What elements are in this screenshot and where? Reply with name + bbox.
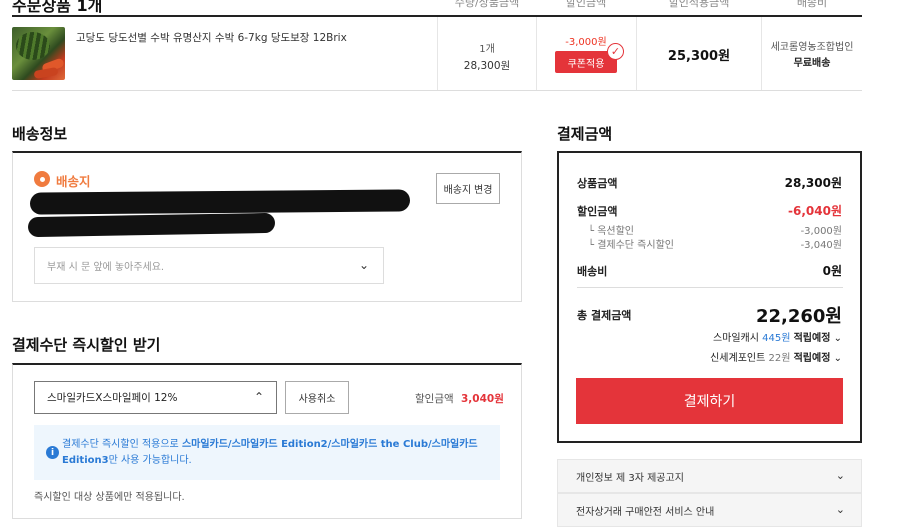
divider [12,90,862,91]
product-thumbnail[interactable] [12,27,65,80]
card-select[interactable]: 스마일카드X스마일페이 12% ⌃ [34,381,277,414]
change-address-button[interactable]: 배송지 변경 [436,173,500,204]
sub-discount-label: └ 결제수단 즉시할인 [588,240,674,251]
order-items-title: 주문상품 1개 [12,0,103,15]
product-name[interactable]: 고당도 당도선별 수박 유명산지 수박 6-7kg 당도보장 12Brix [76,30,347,45]
cancel-discount-button[interactable]: 사용취소 [285,381,349,414]
accordion-privacy[interactable]: 개인정보 제 3자 제공고지 ⌄ [557,459,862,493]
chevron-up-icon: ⌃ [253,390,264,404]
shipping-fee: 무료배송 [793,58,831,69]
col-header-final: 할인적용금액 [668,0,730,9]
divider [577,287,843,288]
discount-amount-value: 3,040원 [461,393,504,405]
summary-title: 결제금액 [557,125,613,143]
shipping-info-title: 배송정보 [12,125,68,143]
sub-discount-value: -3,040원 [800,240,842,251]
discount-value: -6,040원 [788,204,842,218]
shinsegae-point-row[interactable]: 신세계포인트 22원 적립예정 ⌄ [710,349,842,364]
location-pin-icon [34,171,50,187]
selected-card: 스마일카드X스마일페이 12% [47,392,178,404]
discount-note: 즉시할인 대상 상품에만 적용됩니다. [34,492,185,503]
pay-button[interactable]: 결제하기 [576,378,843,424]
col-header-qty: 수량/상품금액 [454,0,520,9]
seller-name: 세코롬영농조합법인 [770,42,854,53]
redacted-address [29,189,411,215]
discount-amount-label: 할인금액 [415,393,454,405]
info-icon: i [46,446,59,459]
col-header-shipping: 배송비 [796,0,828,9]
smile-cash-row[interactable]: 스마일캐시 445원 적립예정 ⌄ [713,329,842,344]
destination-label: 배송지 [56,174,91,189]
col-header-discount: 할인금액 [565,0,607,9]
item-price: 28,300원 [463,60,511,72]
product-amount-label: 상품금액 [577,177,618,190]
payment-discount-title: 결제수단 즉시할인 받기 [12,336,161,354]
delivery-memo-placeholder: 부재 시 문 앞에 놓아주세요. [47,262,165,273]
discount-label: 할인금액 [577,205,618,218]
chevron-down-icon: ⌄ [833,353,842,364]
chevron-down-icon: ⌄ [835,469,845,482]
info-notice-text: 결제수단 즉시할인 적용으로 스마일카드/스마일카드 Edition2/스마일카… [62,439,478,466]
product-amount-value: 28,300원 [784,176,842,190]
total-label: 총 결제금액 [577,309,632,322]
accordion-safe-purchase[interactable]: 전자상거래 구매안전 서비스 안내 ⌄ [557,493,862,527]
shipping-fee-label: 배송비 [577,265,608,278]
check-icon: ✓ [607,43,624,60]
chevron-down-icon: ⌄ [833,333,842,344]
shipping-fee-value: 0원 [822,264,842,278]
chevron-down-icon: ⌄ [358,258,369,272]
divider [536,17,537,90]
sub-discount-label: └ 옥션할인 [588,226,635,237]
delivery-memo-select[interactable]: 부재 시 문 앞에 놓아주세요. ⌄ [34,247,384,284]
sub-discount-value: -3,000원 [800,226,842,237]
chevron-down-icon: ⌄ [835,503,845,516]
total-amount: 22,260원 [755,306,842,327]
item-final-price: 25,300원 [667,49,731,64]
item-quantity: 1개 [479,44,495,55]
